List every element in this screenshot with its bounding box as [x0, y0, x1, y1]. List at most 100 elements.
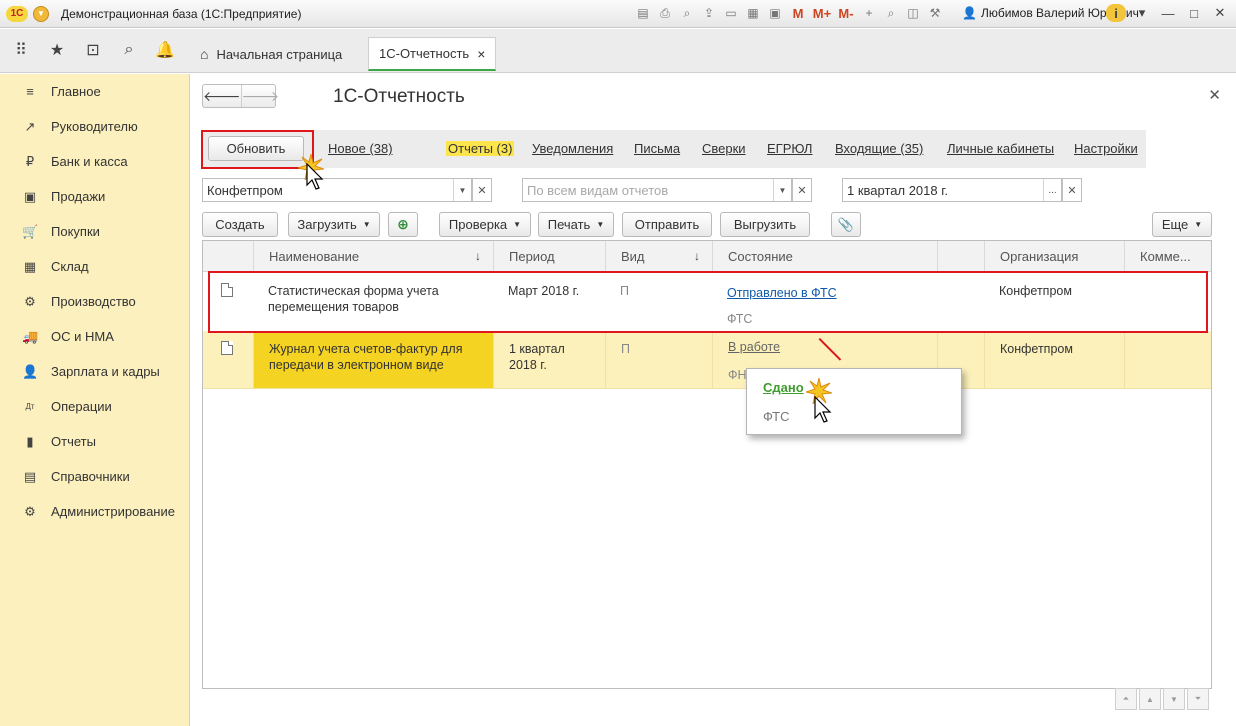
table-row-selected[interactable]: Журнал учета счетов-фактур для передачи … — [203, 331, 1211, 389]
row-comment — [1124, 331, 1211, 388]
attach-button[interactable]: 📎 — [831, 212, 861, 237]
status-accepted-link[interactable]: Сдано — [763, 380, 804, 395]
sidebar-item-warehouse[interactable]: ▦ Склад — [0, 249, 189, 284]
send-button[interactable]: Отправить — [622, 212, 712, 237]
sidebar-item-label: Операции — [51, 399, 112, 414]
back-arrow-icon[interactable]: 🡐 — [203, 85, 241, 107]
notifications-bell-icon[interactable]: 🔔 — [154, 39, 176, 61]
sidebar-item-assets[interactable]: 🚚 ОС и НМА — [0, 319, 189, 354]
sidebar-item-main[interactable]: ≡ Главное — [0, 74, 189, 109]
minimize-icon[interactable]: — — [1158, 4, 1178, 22]
sidebar-item-production[interactable]: ⚙ Производство — [0, 284, 189, 319]
row-kind: П — [605, 331, 712, 388]
create-button[interactable]: Создать — [202, 212, 278, 237]
more-button[interactable]: Еще ▼ — [1152, 212, 1212, 237]
scroll-bottom-icon[interactable]: ⏷ — [1187, 688, 1209, 710]
close-icon[interactable]: ✕ — [1210, 4, 1230, 22]
period-select-button[interactable]: ... — [1043, 179, 1061, 201]
scroll-up-icon[interactable]: ▲ — [1139, 688, 1161, 710]
calendar-grid-icon[interactable]: ▦ — [744, 4, 762, 22]
settings-icon[interactable]: ⚒ — [926, 4, 944, 22]
memory-minus-button[interactable]: M- — [836, 4, 856, 22]
column-status[interactable]: Состояние — [712, 241, 937, 272]
column-organization[interactable]: Организация — [984, 241, 1124, 272]
link-personal-accounts[interactable]: Личные кабинеты — [947, 141, 1054, 156]
clear-report-kind-button[interactable]: ✕ — [792, 178, 812, 202]
sidebar: ≡ Главное ↗ Руководителю ₽ Банк и касса ▣ Пр… — [0, 74, 190, 726]
export-button[interactable]: Выгрузить — [720, 212, 810, 237]
column-name-label: Наименование — [269, 249, 360, 264]
sidebar-item-label: Покупки — [51, 224, 100, 239]
sidebar-item-payroll[interactable]: 👤 Зарплата и кадры — [0, 354, 189, 389]
column-period[interactable]: Период — [493, 241, 605, 272]
link-notifications[interactable]: Уведомления — [532, 141, 613, 156]
upload-icon[interactable]: ⇪ — [700, 4, 718, 22]
link-new[interactable]: Новое (38) — [328, 141, 393, 156]
info-icon[interactable]: i — [1106, 4, 1126, 22]
link-letters[interactable]: Письма — [634, 141, 680, 156]
chevron-down-icon[interactable]: ▾ — [1132, 4, 1152, 22]
sidebar-item-reports[interactable]: ▮ Отчеты — [0, 424, 189, 459]
memory-plus-button[interactable]: M+ — [812, 4, 832, 22]
panels-icon[interactable]: ◫ — [904, 4, 922, 22]
print-icon[interactable]: ▭ — [722, 4, 740, 22]
clear-organization-button[interactable]: ✕ — [472, 178, 492, 202]
link-settings[interactable]: Настройки — [1074, 141, 1138, 156]
column-name[interactable]: Наименование ↓ — [253, 241, 493, 272]
report-kind-field[interactable]: По всем видам отчетов ▼ — [522, 178, 792, 202]
add-file-button[interactable]: ⊕ — [388, 212, 418, 237]
column-kind[interactable]: Вид ↓ — [605, 241, 712, 272]
calendar-icon[interactable]: ▣ — [766, 4, 784, 22]
sidebar-item-label: Зарплата и кадры — [51, 364, 160, 379]
tab-home-label: Начальная страница — [216, 46, 343, 62]
scroll-down-icon[interactable]: ▼ — [1163, 688, 1185, 710]
search-icon[interactable]: ⌕ — [118, 39, 140, 61]
close-form-icon[interactable]: ✕ — [1208, 86, 1221, 104]
organization-field[interactable]: Конфетпром ▼ — [202, 178, 472, 202]
tab-1c-reporting[interactable]: 1С-Отчетность × — [368, 37, 497, 71]
sidebar-item-manager[interactable]: ↗ Руководителю — [0, 109, 189, 144]
print-icon[interactable]: ⎙ — [656, 4, 674, 22]
history-icon[interactable]: ⊡ — [82, 39, 104, 61]
main-panel: 🡐 🡒 1С-Отчетность ✕ Обновить Новое (38) … — [191, 74, 1236, 726]
sidebar-item-purchases[interactable]: 🛒 Покупки — [0, 214, 189, 249]
link-incoming[interactable]: Входящие (35) — [835, 141, 923, 156]
tab-home[interactable]: ⌂ Начальная страница — [190, 37, 352, 71]
status-agency: ФТС — [763, 409, 790, 424]
book-icon: ▤ — [23, 468, 37, 484]
sidebar-item-operations[interactable]: Дт Операции — [0, 389, 189, 424]
plus-icon[interactable]: + — [860, 4, 878, 22]
memory-m-button[interactable]: M — [788, 4, 808, 22]
sidebar-item-label: Банк и касса — [51, 154, 128, 169]
maximize-icon[interactable]: □ — [1184, 4, 1204, 22]
period-field[interactable]: 1 квартал 2018 г. ... — [842, 178, 1062, 202]
main-menu-icon[interactable]: ▼ — [33, 5, 49, 22]
apps-grid-icon[interactable]: ⠿ — [10, 39, 32, 61]
save-icon[interactable]: ▤ — [634, 4, 652, 22]
chevron-down-icon[interactable]: ▼ — [453, 179, 471, 201]
link-reconciliations[interactable]: Сверки — [702, 141, 746, 156]
row-name: Журнал учета счетов-фактур для передачи … — [253, 331, 493, 388]
sidebar-item-label: Продажи — [51, 189, 106, 204]
column-comment[interactable]: Комме... — [1124, 241, 1211, 272]
sidebar-item-catalogs[interactable]: ▤ Справочники — [0, 459, 189, 494]
sidebar-item-bank[interactable]: ₽ Банк и касса — [0, 144, 189, 179]
row-period: 1 квартал 2018 г. — [493, 331, 605, 388]
favorites-star-icon[interactable]: ★ — [46, 39, 68, 61]
menu-icon: ≡ — [26, 84, 34, 99]
check-button[interactable]: Проверка ▼ — [439, 212, 531, 237]
chevron-down-icon[interactable]: ▼ — [773, 179, 791, 201]
link-reports[interactable]: Отчеты (3) — [446, 141, 515, 156]
tab-close-icon[interactable]: × — [477, 46, 485, 62]
sidebar-item-sales[interactable]: ▣ Продажи — [0, 179, 189, 214]
clear-period-button[interactable]: ✕ — [1062, 178, 1082, 202]
scroll-top-icon[interactable]: ⏶ — [1115, 688, 1137, 710]
print-button[interactable]: Печать ▼ — [538, 212, 614, 237]
zoom-icon[interactable]: ⌕ — [882, 4, 900, 22]
link-egrul[interactable]: ЕГРЮЛ — [767, 141, 812, 156]
sidebar-item-admin[interactable]: ⚙ Администрирование — [0, 494, 189, 529]
preview-icon[interactable]: ⌕ — [678, 4, 696, 22]
forward-arrow-icon[interactable]: 🡒 — [240, 85, 279, 107]
sort-arrow-icon: ↓ — [475, 249, 481, 263]
load-button[interactable]: Загрузить ▼ — [288, 212, 380, 237]
